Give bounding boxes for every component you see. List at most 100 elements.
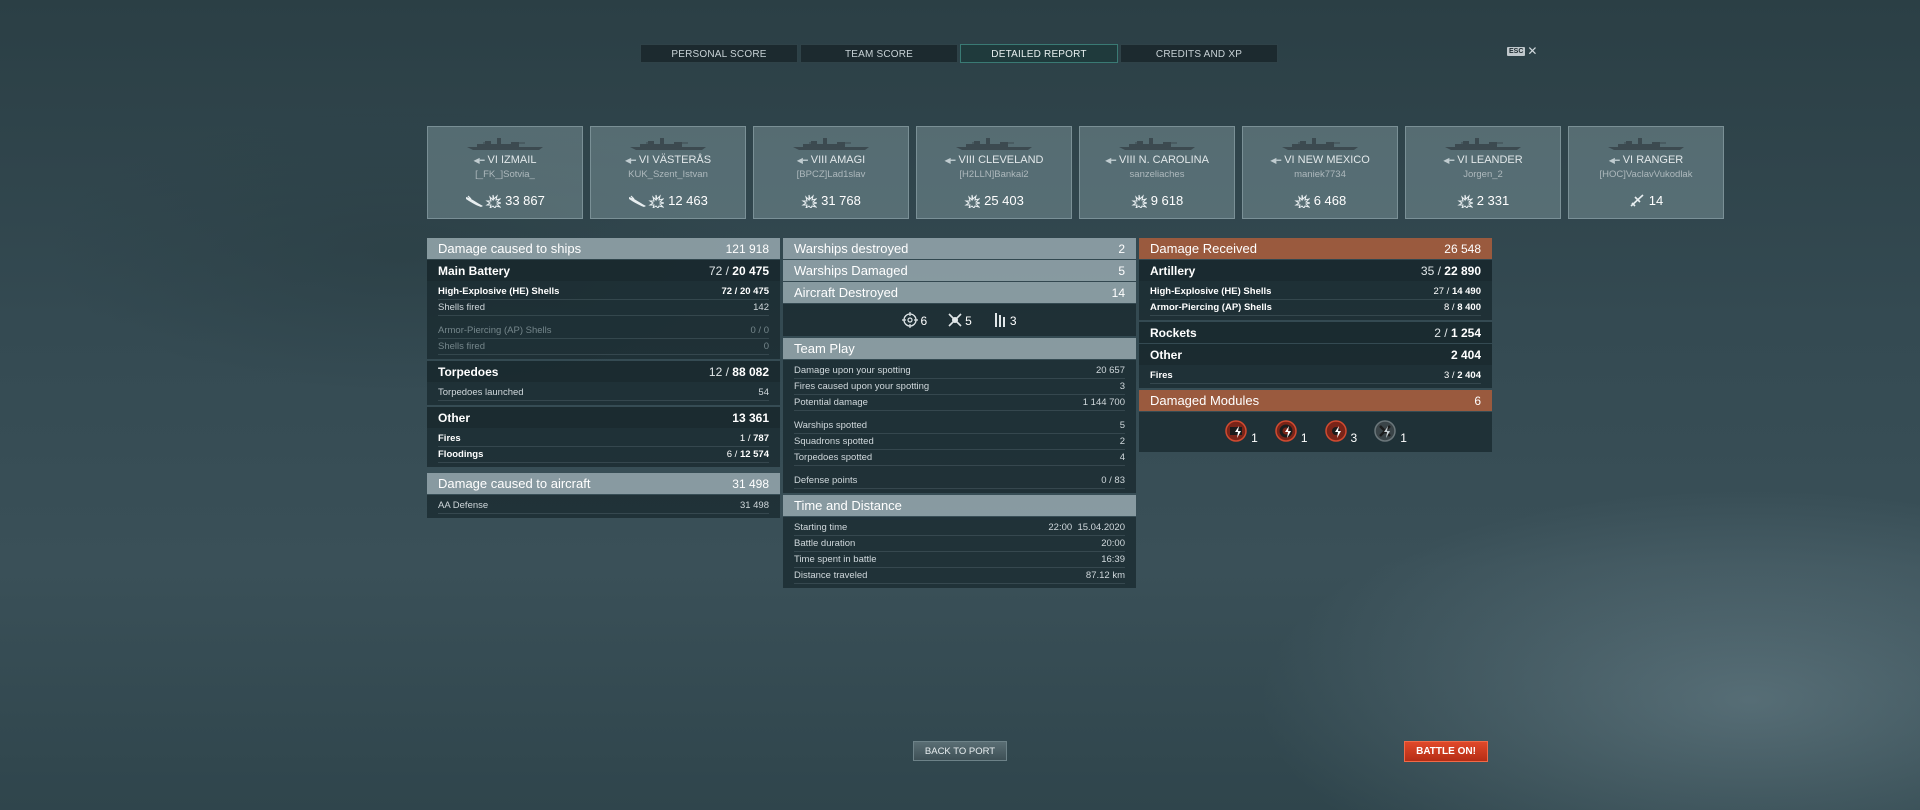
tab-credits-and-xp[interactable]: CREDITS AND XP [1120,44,1278,63]
ship-card[interactable]: ◀━ VI RANGER [HOC]VaclavVukodlak 14 [1568,126,1724,219]
team-play-row: Squadrons spotted 2 [794,434,1125,450]
other-damage-row: Other 13 361 [427,407,780,428]
ship-damage: 12 463 [591,193,745,209]
floodings-row: Floodings 6 / 12 574 [438,447,769,463]
ship-card[interactable]: ◀━ VI LEANDER Jorgen_2 2 331 [1405,126,1561,219]
other-damage-details: Fires 1 / 787 Floodings 6 / 12 574 [427,428,780,467]
ship-damage: 14 [1569,193,1723,208]
damage-icon [1294,193,1311,209]
damaged-modules-header: Damaged Modules 6 [1139,390,1492,411]
report-tabs: PERSONAL SCORE TEAM SCORE DETAILED REPOR… [640,44,1280,63]
torpedo-tubes-icon [994,313,1005,327]
damage-caused-panel: Damage caused to ships 121 918 Main Batte… [427,238,780,520]
ship-name: ◀━ VI IZMAIL [473,154,537,166]
tab-team-score[interactable]: TEAM SCORE [800,44,958,63]
ship-damage: 2 331 [1406,193,1560,209]
torpedoes-row: Torpedoes 12 / 88 082 [427,361,780,382]
torpedo-icon [465,194,484,208]
fires-row: Fires 1 / 787 [438,431,769,447]
artillery-row: Artillery 35 / 22 890 [1139,260,1492,281]
aircraft-damage-header: Damage caused to aircraft 31 498 [427,473,780,494]
nation-flag-icon: ◀━ [1443,156,1455,165]
player-name: [H2LLN]Bankai2 [959,169,1029,180]
received-ap-row: Armor-Piercing (AP) Shells 8 / 8 400 [1150,300,1481,316]
ship-damage: 31 768 [754,193,908,209]
player-name: [_FK_]Sotvia_ [475,169,535,180]
he-shells-fired-row: Shells fired 142 [438,300,769,316]
esc-key-hint: ESC [1507,46,1526,56]
ship-name: ◀━ VIII AMAGI [796,154,866,166]
torpedo-tubes-stat: 3 [992,312,1017,328]
main-battery-row: Main Battery 72 / 20 475 [427,260,780,281]
team-play-row: Damage upon your spotting 20 657 [794,363,1125,379]
ship-damage: 6 468 [1243,193,1397,209]
ship-destroyed-stat: 5 [947,312,972,328]
player-name: sanzeliaches [1129,169,1185,180]
ship-card[interactable]: ◀━ VIII N. CAROLINA sanzeliaches 9 618 [1079,126,1235,219]
damage-received-header: Damage Received 26 548 [1139,238,1492,259]
ship-name: ◀━ VIII N. CAROLINA [1105,154,1209,166]
crosshair-icon [902,312,919,328]
aircraft-destroyed-row: Aircraft Destroyed 14 [783,282,1136,303]
ship-name: ◀━ VI VÄSTERÅS [624,154,712,166]
steering-module-icon [1275,420,1297,442]
nation-flag-icon: ◀━ [1608,156,1620,165]
nation-flag-icon: ◀━ [473,156,485,165]
damage-icon [1457,193,1474,209]
ship-cards: ◀━ VI IZMAIL [_FK_]Sotvia_ 33 867 ◀━ VI VÄSTE… [427,126,1724,219]
time-distance-row: Time spent in battle 16:39 [794,552,1125,568]
damage-received-panel: Damage Received 26 548 Artillery 35 / 22 … [1139,238,1492,452]
team-play-row: Warships spotted 5 [794,418,1125,434]
damage-icon [648,193,665,209]
nation-flag-icon: ◀━ [796,156,808,165]
ship-card[interactable]: ◀━ VIII AMAGI [BPCZ]Lad1slav 31 768 [753,126,909,219]
kills-panel: Warships destroyed 2 Warships Damaged 5 Ai… [783,238,1136,590]
team-play-row: Torpedoes spotted 4 [794,450,1125,466]
ap-shells-fired-row: Shells fired 0 [438,339,769,355]
close-icon[interactable]: ✕ [1527,45,1537,57]
ship-card[interactable]: ◀━ VIII CLEVELAND [H2LLN]Bankai2 25 403 [916,126,1072,219]
torpedoes-launched-row: Torpedoes launched 54 [438,385,769,401]
ship-name: ◀━ VI NEW MEXICO [1270,154,1370,166]
artillery-details: High-Explosive (HE) Shells 27 / 14 490 A… [1139,281,1492,320]
ship-card[interactable]: ◀━ VI VÄSTERÅS KUK_Szent_Istvan 12 463 [590,126,746,219]
main-battery-details: High-Explosive (HE) Shells 72 / 20 475 S… [427,281,780,359]
torpedoes-details: Torpedoes launched 54 [427,382,780,405]
gun-module-stat: 3 [1324,419,1357,445]
ship-card[interactable]: ◀━ VI NEW MEXICO maniek7734 6 468 [1242,126,1398,219]
ship-card[interactable]: ◀━ VI IZMAIL [_FK_]Sotvia_ 33 867 [427,126,583,219]
tab-personal-score[interactable]: PERSONAL SCORE [640,44,798,63]
tab-detailed-report[interactable]: DETAILED REPORT [960,44,1118,63]
damage-caused-header: Damage caused to ships 121 918 [427,238,780,259]
crosshair-stat: 6 [902,312,927,328]
team-play-row: Defense points 0 / 83 [794,473,1125,489]
time-distance-row: Starting time 22:00 15.04.2020 [794,520,1125,536]
nation-flag-icon: ◀━ [1270,156,1282,165]
time-distance-details: Starting time 22:00 15.04.2020 Battle dur… [783,517,1136,588]
warships-damaged-row: Warships Damaged 5 [783,260,1136,281]
battle-button[interactable]: BATTLE ON! [1404,741,1488,762]
received-he-row: High-Explosive (HE) Shells 27 / 14 490 [1150,284,1481,300]
player-name: Jorgen_2 [1463,169,1503,180]
ship-damage: 9 618 [1080,193,1234,209]
player-name: [HOC]VaclavVukodlak [1599,169,1693,180]
aircraft-damage-details: AA Defense 31 498 [427,495,780,518]
nation-flag-icon: ◀━ [944,156,956,165]
rockets-row: Rockets 2 / 1 254 [1139,322,1492,343]
time-distance-row: Battle duration 20:00 [794,536,1125,552]
torpedo-icon [628,194,647,208]
received-fires-row: Fires 3 / 2 404 [1150,368,1481,384]
player-name: [BPCZ]Lad1slav [796,169,866,180]
gun-module-icon [1324,420,1347,442]
damage-icon [485,193,502,209]
aircraft-destroyed-icon [1629,193,1645,208]
close-button[interactable]: ESC ✕ [1507,45,1537,57]
ship-damage: 33 867 [428,193,582,209]
team-play-row: Potential damage 1 144 700 [794,395,1125,411]
nation-flag-icon: ◀━ [1105,156,1117,165]
damaged-modules-icons: 1 1 3 1 [1139,412,1492,452]
ship-name: ◀━ VIII CLEVELAND [944,154,1044,166]
damage-icon [964,193,981,209]
ship-name: ◀━ VI RANGER [1608,154,1684,166]
back-to-port-button[interactable]: BACK TO PORT [913,741,1007,761]
